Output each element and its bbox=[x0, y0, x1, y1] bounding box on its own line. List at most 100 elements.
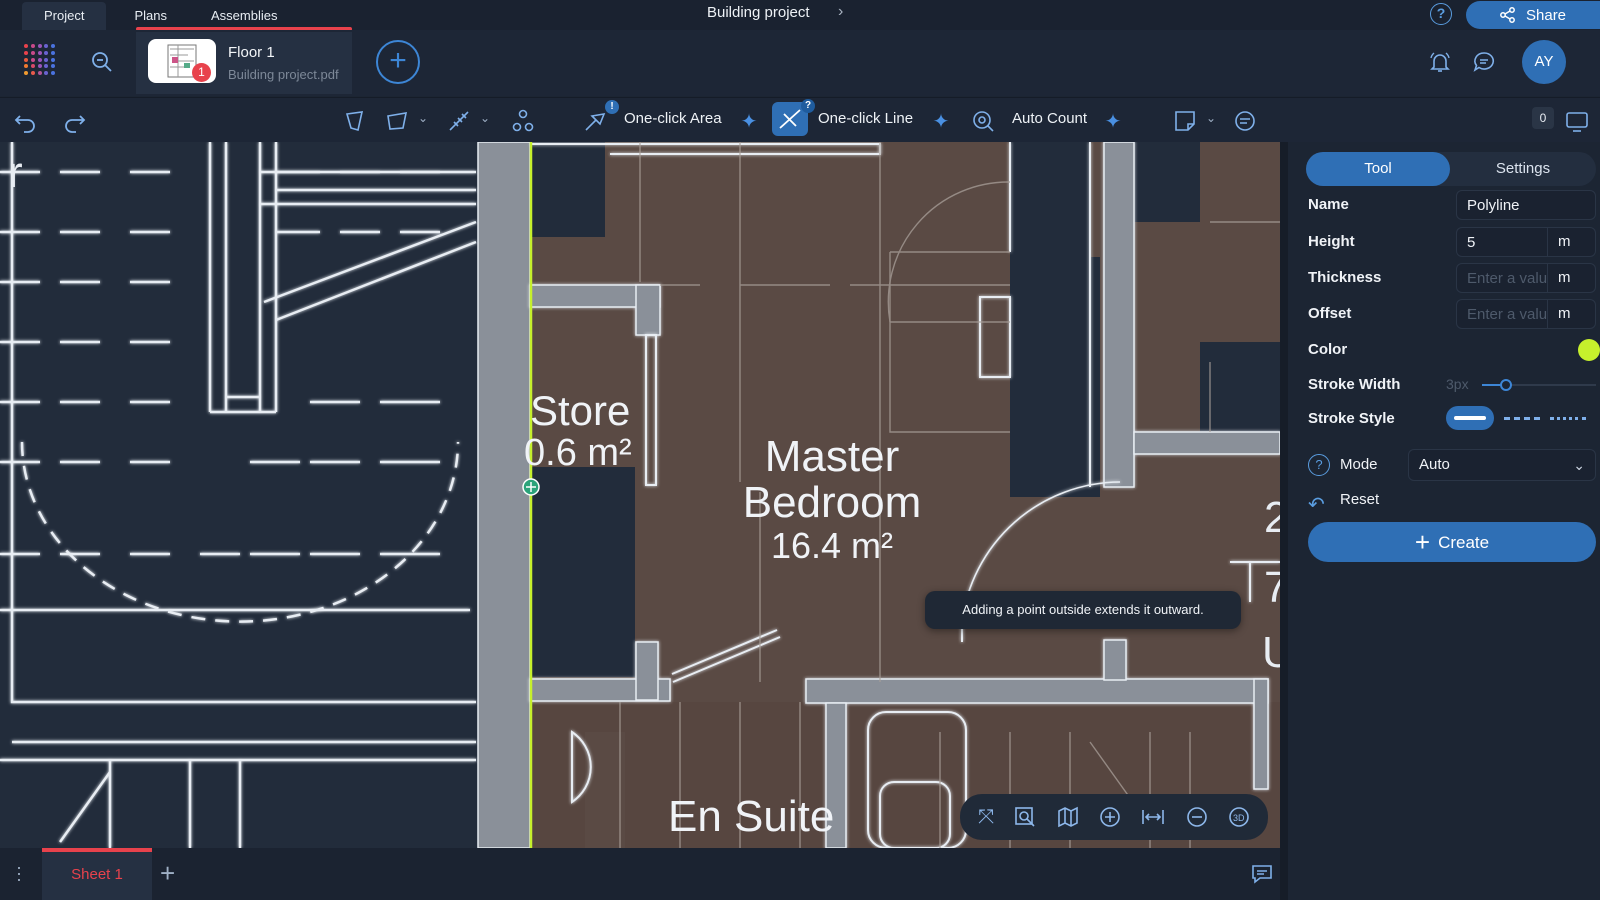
chevron-down-icon[interactable]: ⌄ bbox=[418, 111, 428, 125]
comments-icon[interactable] bbox=[1472, 50, 1496, 74]
warning-badge: ! bbox=[605, 100, 619, 114]
add-sheet-button[interactable]: + bbox=[160, 858, 175, 889]
mode-value: Auto bbox=[1419, 456, 1450, 473]
polygon-area-icon[interactable] bbox=[342, 108, 368, 134]
room-name: En Suite bbox=[668, 792, 835, 841]
height-label: Height bbox=[1308, 233, 1355, 250]
room-area: 16.4 m² bbox=[770, 525, 894, 566]
ai-sparkle-icon: ✦ bbox=[1104, 110, 1122, 133]
zoom-in-icon[interactable] bbox=[1099, 806, 1121, 828]
tab-plans[interactable]: Plans bbox=[106, 2, 189, 30]
one-click-area-label[interactable]: One-click Area bbox=[624, 110, 722, 127]
plan-canvas[interactable]: 2 7 U r Store 0.6 m² Master Bedroom 16.4… bbox=[0, 142, 1280, 848]
markup-comment-icon[interactable] bbox=[1232, 108, 1258, 134]
polygon-tool-icon[interactable] bbox=[384, 108, 410, 134]
create-button[interactable]: + Create bbox=[1308, 522, 1596, 562]
tab-project[interactable]: Project bbox=[22, 2, 107, 30]
name-input[interactable] bbox=[1456, 190, 1596, 220]
file-subtitle: Building project.pdf bbox=[228, 67, 339, 82]
project-title[interactable]: Building project bbox=[707, 4, 810, 21]
map-icon[interactable] bbox=[1057, 806, 1079, 828]
stroke-style-dashed[interactable] bbox=[1504, 417, 1540, 420]
view-controls: ⤧ 3D bbox=[960, 794, 1268, 840]
tab-tool[interactable]: Tool bbox=[1306, 152, 1450, 186]
top-bar: Project Plans Assemblies Building projec… bbox=[0, 0, 1600, 31]
svg-text:7: 7 bbox=[1264, 563, 1280, 612]
create-label: Create bbox=[1438, 533, 1490, 552]
more-vertical-icon[interactable]: · · · bbox=[16, 858, 22, 888]
apps-grid-icon[interactable] bbox=[24, 44, 56, 76]
add-file-button[interactable]: + bbox=[376, 40, 420, 84]
feedback-icon[interactable] bbox=[1250, 862, 1274, 886]
room-name: Master Bedroom bbox=[742, 432, 922, 527]
tab-settings[interactable]: Settings bbox=[1450, 152, 1596, 186]
panel-tabs: Tool Settings bbox=[1306, 152, 1596, 186]
svg-text:3D: 3D bbox=[1233, 813, 1245, 823]
height-unit[interactable]: m bbox=[1548, 227, 1596, 257]
color-swatch[interactable] bbox=[1578, 339, 1600, 361]
count-icon[interactable] bbox=[510, 108, 536, 134]
chevron-down-icon: ⌄ bbox=[1573, 457, 1585, 473]
undo-icon[interactable] bbox=[12, 108, 38, 134]
sticky-note-icon[interactable] bbox=[1172, 108, 1198, 134]
room-label-store: Store 0.6 m² bbox=[524, 387, 632, 475]
properties-panel: Tool Settings Name Height m Thickness m … bbox=[1280, 142, 1600, 900]
auto-count-icon[interactable] bbox=[970, 108, 996, 134]
room-area: 0.6 m² bbox=[524, 432, 632, 474]
one-click-line-label[interactable]: One-click Line bbox=[818, 110, 913, 127]
chevron-down-icon[interactable]: ⌄ bbox=[480, 111, 490, 125]
notification-badge: 1 bbox=[192, 63, 211, 82]
auto-count-label[interactable]: Auto Count bbox=[1012, 110, 1087, 127]
help-icon[interactable]: ? bbox=[1430, 3, 1452, 25]
color-label: Color bbox=[1308, 341, 1348, 358]
sheet-bar: · · · Sheet 1 + bbox=[0, 848, 1280, 900]
ai-sparkle-icon: ✦ bbox=[740, 110, 758, 133]
svg-text:U: U bbox=[1262, 628, 1280, 677]
avatar[interactable]: AY bbox=[1522, 40, 1566, 84]
name-label: Name bbox=[1308, 196, 1349, 213]
chevron-right-icon[interactable]: › bbox=[838, 3, 843, 21]
thickness-input[interactable] bbox=[1456, 263, 1548, 293]
plus-icon: + bbox=[1414, 527, 1431, 557]
tab-assemblies[interactable]: Assemblies bbox=[189, 2, 299, 30]
slider-fill bbox=[1482, 384, 1502, 386]
slider-handle[interactable] bbox=[1500, 379, 1512, 391]
share-icon bbox=[1500, 7, 1515, 23]
3d-view-icon[interactable]: 3D bbox=[1228, 806, 1250, 828]
floor-plan-drawing: 2 7 U r bbox=[0, 142, 1280, 848]
fit-to-screen-icon[interactable]: ⤧ bbox=[978, 806, 994, 829]
fit-width-icon[interactable] bbox=[1141, 806, 1165, 828]
room-name: Store bbox=[530, 387, 631, 434]
measure-line-icon[interactable] bbox=[446, 108, 472, 134]
selection-counter: 0 bbox=[1532, 107, 1554, 129]
redo-icon[interactable] bbox=[62, 108, 88, 134]
chevron-down-icon[interactable]: ⌄ bbox=[1206, 111, 1216, 125]
mode-select[interactable]: Auto ⌄ bbox=[1408, 449, 1596, 481]
offset-label: Offset bbox=[1308, 305, 1352, 322]
sheet-tab[interactable]: Sheet 1 bbox=[42, 848, 152, 900]
thickness-label: Thickness bbox=[1308, 269, 1382, 286]
stroke-style-solid[interactable] bbox=[1446, 406, 1494, 430]
search-zoom-icon[interactable] bbox=[90, 50, 114, 74]
height-input[interactable] bbox=[1456, 227, 1548, 257]
stroke-width-value: 3px bbox=[1446, 376, 1469, 392]
bell-icon[interactable] bbox=[1428, 50, 1452, 74]
svg-text:r: r bbox=[8, 148, 23, 197]
undo-icon[interactable]: ↶ bbox=[1308, 492, 1325, 517]
reset-button[interactable]: Reset bbox=[1340, 491, 1379, 508]
help-badge: ? bbox=[801, 99, 815, 113]
offset-input[interactable] bbox=[1456, 299, 1548, 329]
panel-toggle-icon[interactable] bbox=[1564, 108, 1590, 134]
offset-unit[interactable]: m bbox=[1548, 299, 1596, 329]
hint-tooltip: Adding a point outside extends it outwar… bbox=[925, 591, 1241, 629]
file-card[interactable]: 1 Floor 1 Building project.pdf bbox=[136, 32, 352, 94]
stroke-style-dash-dot[interactable] bbox=[1550, 417, 1586, 420]
stroke-style-label: Stroke Style bbox=[1308, 410, 1395, 427]
share-button[interactable]: Share bbox=[1466, 1, 1600, 29]
thickness-unit[interactable]: m bbox=[1548, 263, 1596, 293]
zoom-out-icon[interactable] bbox=[1186, 806, 1208, 828]
file-name: Floor 1 bbox=[228, 44, 275, 61]
zoom-area-icon[interactable] bbox=[1014, 806, 1036, 828]
help-icon[interactable]: ? bbox=[1308, 454, 1330, 476]
one-click-area-icon[interactable] bbox=[582, 108, 608, 134]
